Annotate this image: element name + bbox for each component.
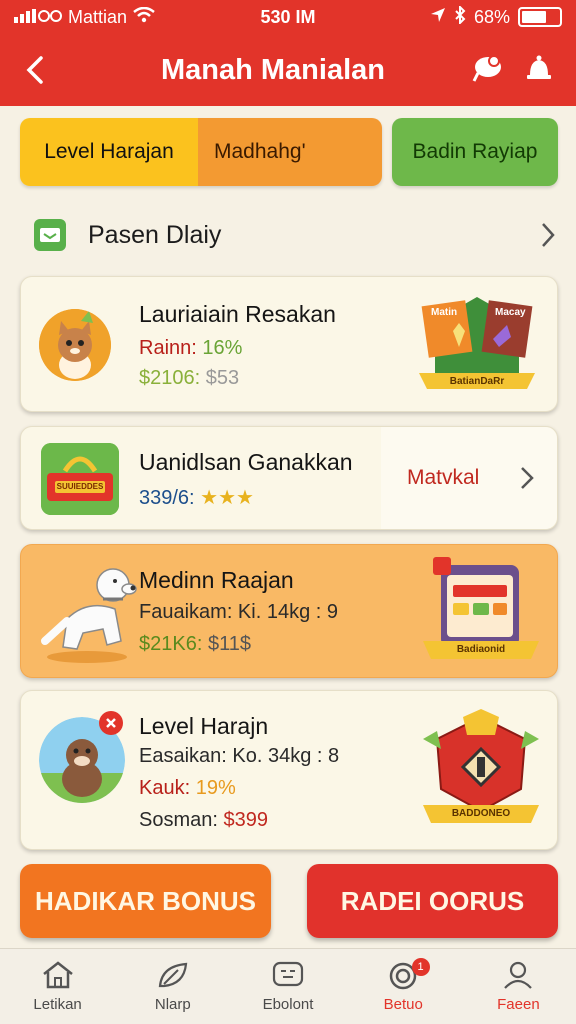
status-bar: Mattian 530 IM 68%: [0, 0, 576, 34]
page-title: Manah Manialan: [161, 53, 385, 86]
card-rate-label: Rainn:: [139, 337, 197, 359]
phone-ribbon-text: Badiaonid: [456, 644, 506, 655]
card-detail: Fauaikam: Ki. 14kg : 9: [139, 601, 338, 623]
carrier-label: Mattian: [68, 6, 128, 27]
chevron-right-icon: [521, 467, 534, 489]
card-price-row: $21K6: $11$: [139, 633, 251, 656]
nav-label: Letikan: [33, 996, 82, 1013]
section-header[interactable]: Pasen Dlaiy: [20, 206, 558, 264]
card-score-row: 339/6: ★★★: [139, 485, 254, 510]
card-action-panel[interactable]: Matvkal: [381, 427, 557, 529]
home-icon: [42, 961, 73, 989]
card-title: Uanidlsan Ganakkan: [139, 449, 353, 475]
notification-bell-button[interactable]: [524, 53, 554, 88]
card-score: 339/6:: [139, 487, 195, 509]
trophy-ribbon-text: BatianDaRr: [449, 376, 505, 387]
app-tile-icon: SUUIEDDES: [41, 443, 119, 515]
card-rate-label: Kauk:: [139, 777, 191, 799]
card-price-old: $53: [205, 367, 240, 389]
card-price-old: $11$: [207, 633, 251, 655]
shield-ribbon-text: BADDONEO: [451, 808, 511, 819]
ticket-icon: [34, 219, 66, 251]
nav-label: Faeen: [497, 996, 540, 1013]
status-time: 530 IM: [260, 6, 316, 27]
leaf-icon: [158, 962, 188, 988]
action-buttons: HADIKAR BONUS RADEI OORUS: [20, 864, 558, 938]
pin-icon: [472, 54, 501, 82]
signal-icon: [14, 7, 62, 28]
nav-label: Betuo: [383, 996, 423, 1013]
trophy-top-left-text: Matin: [431, 307, 458, 318]
card-price: $2106:: [139, 367, 201, 389]
hadikar-bonus-button[interactable]: HADIKAR BONUS: [20, 864, 271, 938]
card-price-row: $2106: $53: [139, 367, 239, 390]
card-rate-value: 16%: [202, 337, 243, 359]
back-button[interactable]: [0, 34, 70, 106]
trophy-top-right-text: Macay: [495, 307, 526, 318]
dog-illustration: [37, 559, 137, 665]
tab-bar: Level Harajan Madhahg' Badin Rayiap: [20, 118, 558, 186]
app-header: Manah Manialan: [0, 34, 576, 106]
tab-madhahg[interactable]: Madhahg': [198, 118, 382, 186]
card-rate-row: Kauk: 19%: [139, 777, 236, 800]
star-rating: ★★★: [200, 487, 254, 509]
location-icon: [430, 7, 446, 28]
tab-group: Level Harajan Madhahg': [20, 118, 382, 186]
card-uanidlsan[interactable]: SUUIEDDES Uanidlsan Ganakkan 339/6: ★★★ …: [20, 426, 558, 530]
card-lauriaiain[interactable]: Lauriaiain Resakan Rainn: 16% $2106: $53…: [20, 276, 558, 412]
chevron-left-icon: [26, 56, 43, 84]
nav-item-letikan[interactable]: Letikan: [0, 949, 115, 1024]
notification-count-badge: 1: [411, 958, 430, 976]
card-price-row: Sosman: $399: [139, 809, 268, 832]
section-title: Pasen Dlaiy: [88, 220, 222, 249]
radei-oorus-button[interactable]: RADEI OORUS: [307, 864, 558, 938]
card-title: Medinn Raajan: [139, 567, 294, 593]
chat-icon: [272, 961, 304, 987]
close-badge-icon[interactable]: [99, 711, 123, 735]
card-detail: Easaikan: Ko. 34kg : 8: [139, 745, 340, 767]
card-rate-value: 19%: [195, 777, 236, 799]
nav-item-nlarp[interactable]: Nlarp: [115, 949, 230, 1024]
card-title: Lauriaiain Resakan: [139, 301, 336, 327]
tab-level-harajan[interactable]: Level Harajan: [20, 118, 198, 186]
cat-avatar: [39, 309, 111, 381]
shield-badge: BADDONEO: [419, 709, 543, 831]
card-rate-row: Rainn: 16%: [139, 337, 242, 360]
map-pin-button[interactable]: [470, 53, 506, 88]
card-title: Level Harajn: [139, 713, 269, 739]
chevron-right-icon: [542, 223, 555, 247]
bluetooth-icon: [454, 4, 466, 29]
nav-label: Ebolont: [262, 996, 314, 1013]
nav-item-faeen[interactable]: Faeen: [461, 949, 576, 1024]
nav-item-betuo[interactable]: Betuo 1: [346, 949, 461, 1024]
trophy-badge: Matin Macay BatianDaRr: [415, 291, 539, 399]
phone-badge: Badiaonid: [419, 557, 543, 669]
card-price: $21K6:: [139, 633, 203, 655]
card-price: $399: [223, 809, 269, 831]
card-medinn[interactable]: Medinn Raajan Fauaikam: Ki. 14kg : 9 $21…: [20, 544, 558, 678]
nav-item-ebolont[interactable]: Ebolont: [230, 949, 345, 1024]
card-action-label: Matvkal: [407, 466, 480, 489]
wifi-icon: [133, 6, 155, 28]
card-level-harajn[interactable]: Level Harajn Easaikan: Ko. 34kg : 8 Kauk…: [20, 690, 558, 850]
bottom-nav: Letikan Nlarp Ebolont Betuo 1 Faeen: [0, 948, 576, 1024]
battery-icon: [518, 7, 562, 27]
tile-label: SUUIEDDES: [56, 482, 104, 491]
card-price-label: Sosman:: [139, 809, 218, 831]
nav-label: Nlarp: [154, 996, 191, 1013]
profile-icon: [504, 961, 533, 989]
tab-badin-rayiap[interactable]: Badin Rayiap: [392, 118, 558, 186]
bell-icon: [527, 55, 551, 79]
battery-percent: 68%: [473, 6, 510, 27]
